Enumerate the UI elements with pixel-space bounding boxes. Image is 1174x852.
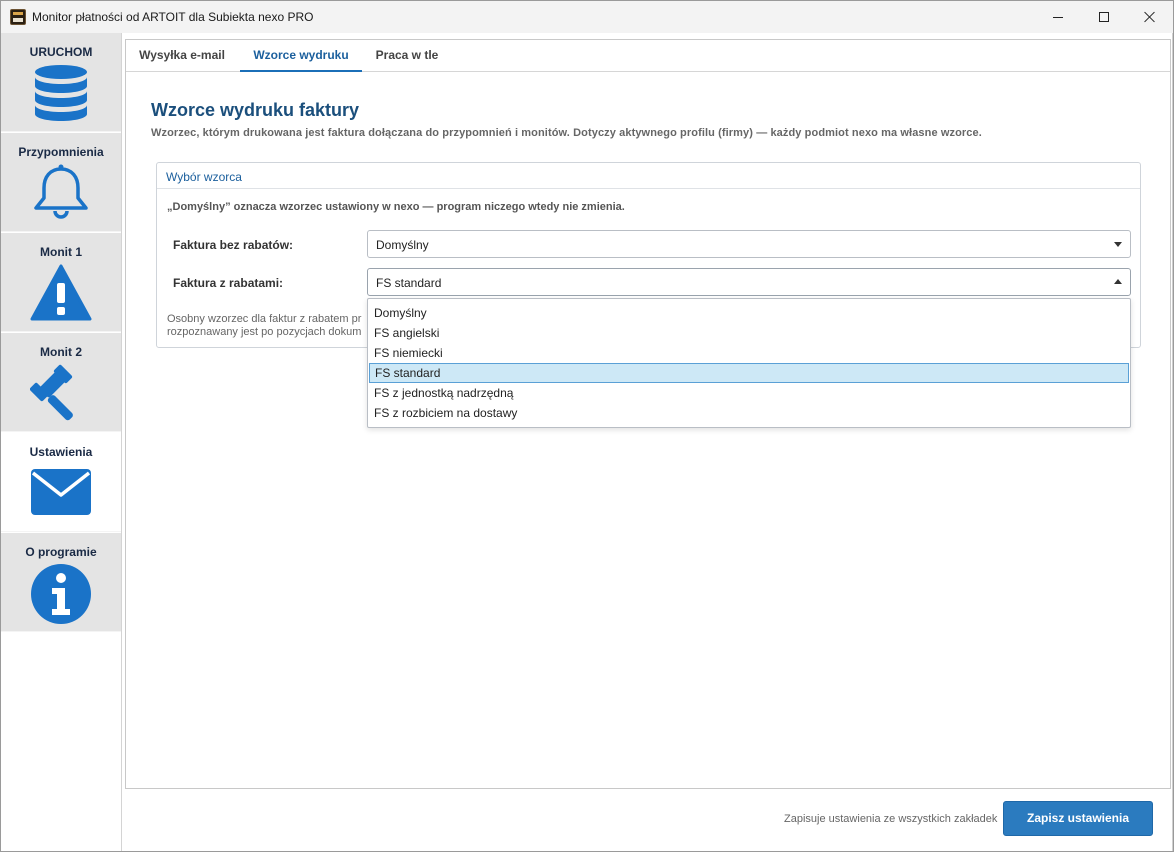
select-value: FS standard [376, 276, 442, 290]
sidebar-item-o-programie[interactable]: O programie [1, 533, 121, 632]
close-icon [1144, 11, 1156, 23]
sidebar-item-label: Ustawienia [29, 445, 93, 459]
invoice-no-discount-label: Faktura bez rabatów: [173, 238, 294, 252]
invoice-discount-label: Faktura z rabatami: [173, 276, 284, 290]
sidebar-item-uruchom[interactable]: URUCHOM [1, 33, 121, 132]
chevron-up-icon [1114, 279, 1122, 284]
page-description: Wzorzec, którym drukowana jest faktura d… [151, 127, 982, 139]
dropdown-option[interactable]: FS niemiecki [369, 343, 1129, 363]
title-bar: Monitor płatności od ARTOIT dla Subiekta… [1, 1, 1173, 33]
minimize-icon [1053, 16, 1063, 18]
app-window: Monitor płatności od ARTOIT dla Subiekta… [0, 0, 1174, 852]
sidebar-item-label: Monit 1 [40, 245, 82, 259]
bell-icon [34, 164, 88, 219]
main-panel: Wysyłka e-mail Wzorce wydruku Praca w tl… [125, 39, 1171, 789]
dropdown-option[interactable]: FS z jednostką nadrzędną [369, 383, 1129, 403]
dropdown-option[interactable]: FS z rozbiciem na dostawy [369, 403, 1129, 423]
dropdown-option-selected[interactable]: FS standard [369, 363, 1129, 383]
app-logo-icon [10, 9, 26, 25]
warning-icon [30, 264, 92, 321]
info-icon [31, 564, 91, 624]
sidebar-item-label: Monit 2 [40, 345, 82, 359]
save-settings-button[interactable]: Zapisz ustawienia [1003, 801, 1153, 836]
hint-line: Osobny wzorzec dla faktur z rabatem pr [167, 313, 362, 325]
maximize-icon [1099, 12, 1109, 22]
invoice-no-discount-select[interactable]: Domyślny [367, 230, 1131, 258]
sidebar: URUCHOM Przypomnienia Monit 1 Monit 2 Us… [1, 33, 122, 851]
maximize-button[interactable] [1081, 1, 1127, 33]
window-title: Monitor płatności od ARTOIT dla Subiekta… [32, 10, 314, 24]
page-title: Wzorce wydruku faktury [151, 100, 360, 120]
footer-note: Zapisuje ustawienia ze wszystkich zakład… [784, 813, 998, 825]
chevron-down-icon [1114, 242, 1122, 247]
template-dropdown-list: Domyślny FS angielski FS niemiecki FS st… [367, 298, 1131, 428]
hint-line: rozpoznawany jest po pozycjach dokum [167, 326, 362, 338]
tab-wysylka-email[interactable]: Wysyłka e-mail [132, 40, 232, 72]
sidebar-item-label: URUCHOM [29, 45, 93, 59]
sidebar-item-label: Przypomnienia [18, 145, 104, 159]
sidebar-item-monit-2[interactable]: Monit 2 [1, 333, 121, 432]
close-button[interactable] [1127, 1, 1173, 33]
dropdown-option[interactable]: FS angielski [369, 323, 1129, 343]
window-edge [1172, 33, 1173, 851]
tab-wzorce-wydruku[interactable]: Wzorce wydruku [240, 40, 362, 72]
hint-text: Osobny wzorzec dla faktur z rabatem pr r… [167, 313, 365, 339]
sidebar-item-ustawienia[interactable]: Ustawienia [1, 433, 121, 532]
group-note: „Domyślny” oznacza wzorzec ustawiony w n… [167, 201, 625, 213]
tab-praca-w-tle[interactable]: Praca w tle [368, 40, 446, 72]
tab-bar: Wysyłka e-mail Wzorce wydruku Praca w tl… [126, 40, 1170, 72]
sidebar-item-label: O programie [25, 545, 97, 559]
gavel-icon [30, 364, 73, 421]
dropdown-option[interactable]: Domyślny [369, 303, 1129, 323]
envelope-icon [31, 469, 91, 515]
database-icon [35, 65, 87, 121]
invoice-discount-select[interactable]: FS standard [367, 268, 1131, 296]
sidebar-item-przypomnienia[interactable]: Przypomnienia [1, 133, 121, 232]
select-value: Domyślny [376, 238, 429, 252]
group-header: Wybór wzorca [157, 163, 1140, 189]
group-title: Wybór wzorca [166, 170, 242, 184]
sidebar-item-monit-1[interactable]: Monit 1 [1, 233, 121, 332]
minimize-button[interactable] [1035, 1, 1081, 33]
